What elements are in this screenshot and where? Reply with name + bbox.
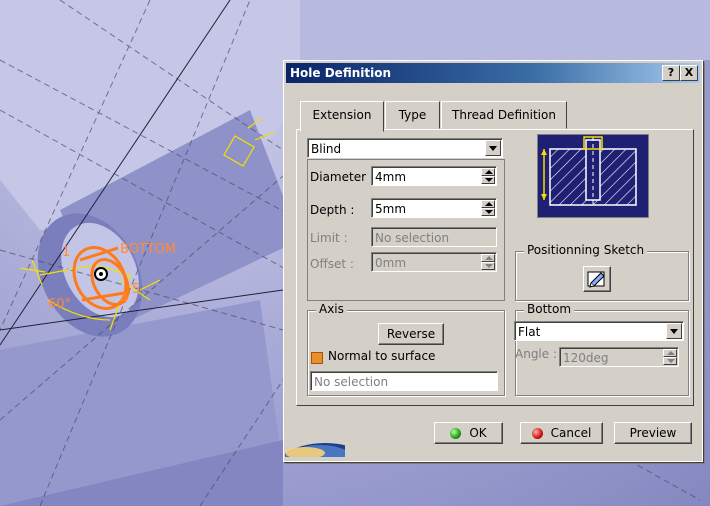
hole-definition-dialog: Hole Definition ? X Extension Type Threa…	[283, 60, 703, 462]
cancel-icon	[531, 428, 543, 439]
bottom-type-select[interactable]: Flat	[514, 321, 684, 341]
limit-label: Limit :	[310, 231, 348, 245]
bottom-type-value: Flat	[518, 325, 541, 339]
depth-spinner[interactable]	[481, 200, 495, 216]
offset-label: Offset :	[310, 257, 354, 271]
title-bar[interactable]: Hole Definition ? X	[286, 63, 700, 83]
dimension-label-4: 4	[120, 292, 129, 307]
extension-type-value: Blind	[311, 142, 342, 156]
close-button[interactable]: X	[680, 65, 698, 81]
limit-input: No selection	[371, 227, 497, 247]
bottom-group: Bottom Flat Angle : 120deg	[514, 302, 689, 396]
tab-thread-definition[interactable]: Thread Definition	[441, 101, 567, 129]
normal-to-surface-label: Normal to surface	[328, 349, 436, 363]
cancel-label: Cancel	[550, 426, 592, 440]
limit-value: No selection	[375, 231, 450, 245]
dimension-label-5: 5	[132, 282, 141, 297]
diameter-value: 4mm	[375, 170, 407, 184]
bottom-label: BOTTOM	[120, 242, 177, 257]
offset-spinner	[481, 254, 495, 270]
dimension-label-1: 1	[62, 245, 71, 260]
positioning-sketch-group: Positionning Sketch	[515, 243, 689, 301]
axis-title: Axis	[316, 302, 347, 316]
diameter-label: Diameter :	[310, 170, 374, 184]
extension-type-select[interactable]: Blind	[307, 138, 503, 158]
bottom-title: Bottom	[524, 302, 575, 316]
chevron-down-icon[interactable]	[666, 323, 682, 339]
ok-label: OK	[469, 426, 487, 440]
normal-to-surface-checkbox[interactable]	[311, 352, 323, 364]
preview-button[interactable]: Preview	[614, 422, 692, 444]
axis-selection-field[interactable]: No selection	[310, 371, 498, 391]
depth-input[interactable]: 5mm	[371, 198, 497, 218]
tab-type[interactable]: Type	[385, 101, 440, 129]
ok-button[interactable]: OK	[434, 422, 503, 444]
help-button[interactable]: ?	[662, 65, 680, 81]
chevron-down-icon[interactable]	[485, 140, 501, 156]
sketch-icon	[587, 271, 605, 288]
catia-logo	[285, 413, 345, 457]
angle-input: 120deg	[559, 347, 679, 367]
offset-input: 0mm	[371, 252, 497, 272]
hole-diagram	[537, 134, 649, 218]
positioning-sketch-title: Positionning Sketch	[524, 243, 648, 257]
angle-value: 120deg	[563, 351, 609, 365]
axis-group: Axis Reverse Normal to surface No select…	[307, 302, 505, 396]
diameter-input[interactable]: 4mm	[371, 166, 497, 186]
offset-value: 0mm	[375, 256, 407, 270]
axis-selection-value: No selection	[314, 375, 389, 389]
earth-horizon-icon	[285, 443, 345, 457]
depth-value: 5mm	[375, 202, 407, 216]
tab-extension[interactable]: Extension	[300, 101, 384, 132]
hole-diagram-image	[541, 136, 637, 206]
sketch-button[interactable]	[583, 266, 611, 292]
ok-icon	[450, 428, 462, 439]
angle-spinner	[663, 349, 677, 365]
reverse-button[interactable]: Reverse	[378, 323, 444, 345]
angle-dimension-label: 60°	[48, 297, 72, 312]
diameter-spinner[interactable]	[481, 168, 495, 184]
angle-label: Angle :	[515, 347, 558, 361]
depth-label: Depth :	[310, 203, 355, 217]
dialog-title: Hole Definition	[290, 66, 392, 80]
cancel-button[interactable]: Cancel	[520, 422, 603, 444]
extension-panel: Blind Diameter : 4mm Depth : 5mm Limit :…	[296, 129, 694, 406]
